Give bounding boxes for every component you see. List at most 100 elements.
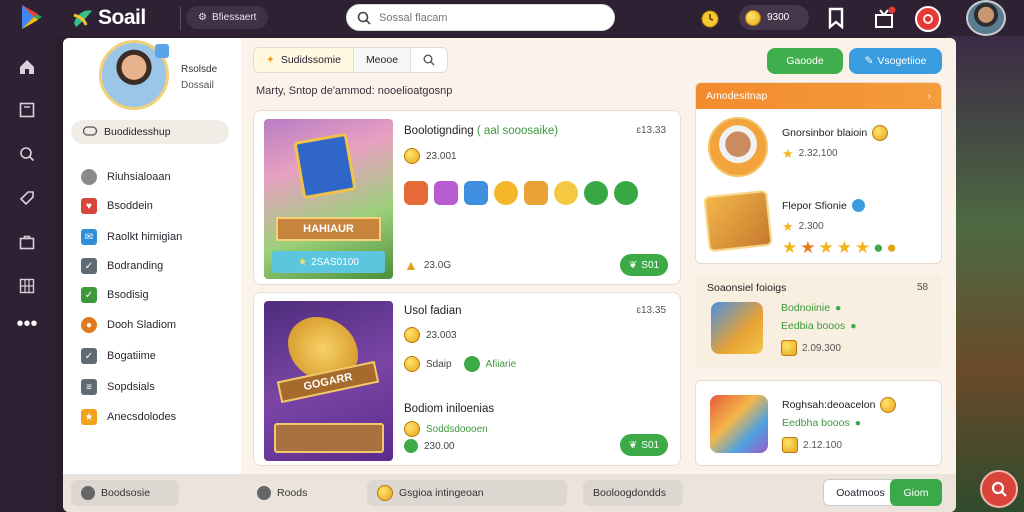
chevron-right-icon: › [927,90,932,102]
card-tag: Sdaip [426,358,452,370]
leaf-icon: ❦ [628,259,638,271]
alarm-clock-icon[interactable] [698,6,722,30]
leaf-badge-icon [463,356,480,372]
search-icon [423,54,435,66]
reward-line: Eedbia booos ● [781,320,857,332]
star-icon: ★ [782,238,798,257]
coin-balance[interactable]: 9300 [739,5,809,30]
tab-label: Sudidssomie [280,54,341,66]
notification-icon[interactable] [915,6,941,32]
search-bar[interactable] [346,4,615,31]
player-avatar[interactable] [708,117,768,177]
achievement-value: ★ 2.300 [782,220,824,233]
user-avatar[interactable] [966,0,1006,36]
search-rail-icon[interactable] [16,143,38,165]
home-icon[interactable] [16,56,38,78]
star-icon: ★ [836,238,852,257]
daily-section: Roghsah:deoacelon Eedbha booos ● 2.12.10… [695,380,942,466]
membership-button[interactable]: Buodidesshup [71,120,229,144]
card-tags: Sdaip Afiiarie [404,356,516,372]
briefcase-icon[interactable] [16,231,38,253]
coin-stack-icon [494,181,518,205]
library-icon[interactable] [16,99,38,121]
play-store-logo-icon[interactable] [18,3,46,31]
achievement-title-text: Flepor Sfionie [782,199,847,212]
tab-more[interactable]: Meooe [353,48,412,72]
footer-pill[interactable]: Roods [247,480,357,506]
brand-logo[interactable]: Soail [72,6,146,30]
badge-illustration [703,189,773,253]
play-button[interactable]: ❦ S01 [620,434,668,456]
grid-icon[interactable] [16,275,38,297]
divider [180,6,181,30]
gamepad-icon [82,125,98,139]
achievement-title: Gnorsinbor blaioin [782,125,889,141]
card-title-text: Boolotignding [404,125,474,137]
art-label: ★ 2SAS0100 [272,251,385,273]
check-green-icon: ✓ [81,287,97,303]
sidebar-item-1[interactable]: ♥ Bsoddein [81,197,153,215]
star-rating: ★ ★ ★ ★ ★ ● ● [782,239,897,256]
cancel-button[interactable]: Ooatmoos [823,479,898,506]
bookmark-icon[interactable] [824,6,848,30]
card-subline-text: Soddsdoooen [426,423,488,435]
status-pill[interactable]: ⚙ Bfiessaert [186,6,269,29]
sidebar-item-3[interactable]: ✓ Bodranding [81,257,163,275]
tab-featured[interactable]: ✦ Sudidssomie [254,48,354,72]
footer-pill-label: Gsgioa intingeoan [399,487,484,499]
book-illustration [293,132,357,200]
coin-icon [404,148,420,164]
achievements-header[interactable]: Amodesitnap › [696,83,941,109]
more-icon[interactable]: ••• [16,313,38,335]
left-rail: ••• [0,36,56,512]
footer-bar: Boodsosie Roods Gsgioa intingeoan Booloo… [63,474,956,512]
card-subline: Soddsdoooen [404,421,488,437]
star-icon: ★ [782,219,794,234]
tab-search[interactable] [411,48,447,72]
play-label: S01 [641,439,660,451]
sidebar-item-label: Sopdsials [107,381,155,393]
coin-icon [880,397,897,413]
search-input[interactable] [379,11,599,24]
checkbox-icon: ✓ [81,258,97,274]
help-button[interactable] [980,470,1018,508]
membership-label: Buodidesshup [104,126,171,138]
confirm-button[interactable]: Giom [890,479,942,506]
pen-icon: ✎ [864,55,874,67]
cube-icon [464,181,488,205]
sidebar-item-label: Raolkt himigian [107,231,183,243]
footer-pill[interactable]: Gsgioa intingeoan [367,480,567,506]
reward-icons [404,181,638,205]
star-icon: ★ [800,238,816,257]
reward-value-text: 2.09.300 [802,342,841,354]
play-button[interactable]: ❦ S01 [620,254,668,276]
sparkle-icon: ✦ [266,54,275,66]
leaf-icon: ● [873,238,884,257]
star-icon: ★ [818,238,834,257]
game-card[interactable]: GOGARR Usol fadian ɛ13.35 23.003 Sdaip A… [253,292,681,466]
rewards-section: Soaonsiel foioigs 58 Bodnoiinie ● Eedbia… [695,274,942,369]
tag-icon[interactable] [16,187,38,209]
footer-pill[interactable]: Booloogdondds [583,480,683,506]
green-action-button[interactable]: Gaoode [767,48,843,74]
achievement-value-text: 2.300 [798,221,824,232]
footer-pill[interactable]: Boodsosie [71,480,179,506]
art-banner: HAHIAUR [276,217,381,241]
achievement-title: Flepor Sfionie [782,199,865,212]
sidebar-item-4[interactable]: ✓ Bsodisig [81,286,149,304]
sidebar-item-5[interactable]: ● Dooh Sladiom [81,316,176,334]
game-card[interactable]: HAHIAUR ★ 2SAS0100 Boolotignding ( aal s… [253,110,681,285]
gift-notification-icon[interactable] [872,6,896,30]
coin-icon [782,437,798,453]
blue-action-button[interactable]: ✎ Vsogetiioe [849,48,942,74]
sidebar-item-2[interactable]: ✉ Raolkt himigian [81,228,182,246]
art-plate [274,423,384,453]
sidebar-item-6[interactable]: ✓ Bogatiime [81,347,156,365]
sidebar-item-8[interactable]: ★ Anecsdolodes [81,408,176,426]
check-badge-icon [584,181,608,205]
sidebar-item-0[interactable]: Riuhsialoaan [81,168,171,186]
sidebar-item-label: Anecsdolodes [107,411,177,423]
daily-title-text: Roghsah:deoacelon [782,399,876,411]
sidebar-item-7[interactable]: ≡ Sopdsials [81,378,155,396]
crate-icon [524,181,548,205]
